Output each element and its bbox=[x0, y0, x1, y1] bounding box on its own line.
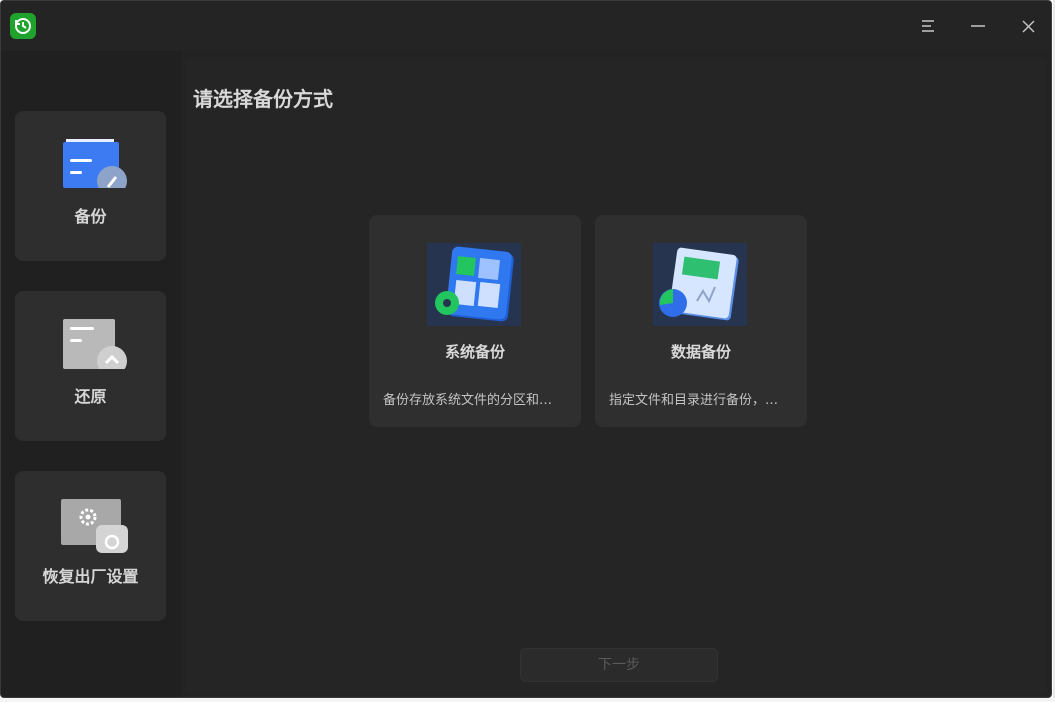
system-backup-icon bbox=[427, 243, 521, 326]
next-button[interactable]: 下一步 bbox=[520, 648, 718, 682]
card-description: 指定文件和目录进行备份，… bbox=[609, 393, 779, 408]
page-title: 请选择备份方式 bbox=[193, 87, 333, 111]
system-backup-card[interactable]: 系统备份 备份存放系统文件的分区和… bbox=[369, 215, 581, 427]
app-window: 备份 还原 恢复出厂设置 请选择备份方式 系统备份 备份存放系统文件的分区和… … bbox=[0, 0, 1052, 698]
sidebar-item-label: 恢复出厂设置 bbox=[42, 567, 139, 586]
sidebar-item-backup[interactable]: 备份 bbox=[15, 111, 166, 261]
card-title: 数据备份 bbox=[670, 343, 731, 361]
sidebar-item-factory-reset[interactable]: 恢复出厂设置 bbox=[15, 471, 166, 621]
sidebar-item-label: 备份 bbox=[74, 207, 107, 226]
app-logo-icon bbox=[10, 13, 36, 39]
menu-icon[interactable] bbox=[913, 11, 943, 41]
sidebar-item-restore[interactable]: 还原 bbox=[15, 291, 166, 441]
minimize-icon[interactable] bbox=[963, 11, 993, 41]
sidebar-item-label: 还原 bbox=[74, 387, 107, 406]
restore-folder-icon bbox=[60, 317, 128, 376]
close-icon[interactable] bbox=[1013, 11, 1043, 41]
factory-reset-icon bbox=[60, 497, 128, 553]
title-bar[interactable] bbox=[1, 1, 1051, 51]
main-panel: 请选择备份方式 系统备份 备份存放系统文件的分区和… 数据备份 指定文件和目录进… bbox=[187, 59, 1045, 693]
card-description: 备份存放系统文件的分区和… bbox=[383, 393, 553, 408]
data-backup-icon bbox=[653, 243, 747, 326]
background-desktop-bottom bbox=[0, 698, 1055, 702]
backup-folder-icon bbox=[60, 137, 128, 196]
data-backup-card[interactable]: 数据备份 指定文件和目录进行备份，… bbox=[595, 215, 807, 427]
sidebar: 备份 还原 恢复出厂设置 bbox=[1, 51, 181, 697]
card-title: 系统备份 bbox=[444, 343, 505, 361]
